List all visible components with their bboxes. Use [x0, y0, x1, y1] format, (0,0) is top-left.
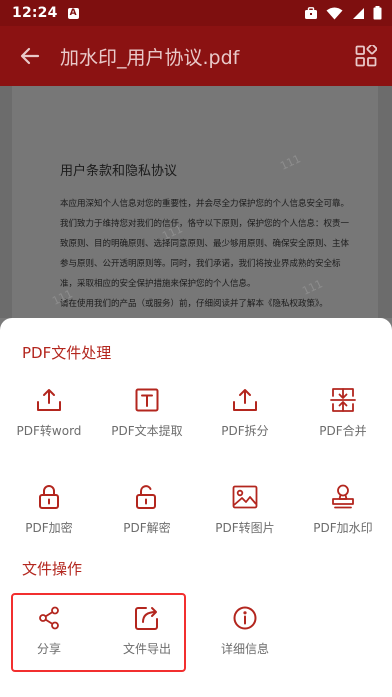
app-notification-icon: A: [67, 7, 79, 19]
info-icon: [231, 604, 259, 632]
tool-label: PDF加密: [25, 521, 73, 535]
battery-icon: [373, 6, 382, 20]
page-title: 加水印_用户协议.pdf: [60, 46, 240, 69]
merge-icon: [329, 386, 357, 414]
bottom-sheet: PDF文件处理 PDF转word PDF文本提取 PDF拆分 PDF合并 PDF…: [0, 318, 392, 697]
document-line: 我们致力于维持您对我们的信任，恪守以下原则，保护您的个人信息：权责一: [60, 219, 350, 229]
tool-pdf-merge[interactable]: PDF合并: [294, 386, 392, 452]
document-line: 参与原则、公开透明原则等。同时，我们承诺，我们将按业界成熟的安全标: [60, 259, 341, 269]
tool-pdf-decrypt[interactable]: PDF解密: [98, 483, 196, 549]
stamp-icon: [329, 483, 357, 511]
document-line: 致原则、目的明确原则、选择同意原则、最少够用原则、确保安全原则、主体: [60, 239, 350, 249]
arrow-left-icon: [20, 47, 40, 65]
tool-pdf-to-image[interactable]: PDF转图片: [196, 483, 294, 549]
back-button[interactable]: [0, 26, 60, 86]
status-bar: 12:24 A: [0, 0, 392, 26]
upload-tray-icon: [35, 386, 63, 414]
tool-label: PDF合并: [319, 424, 367, 438]
tool-pdf-watermark[interactable]: PDF加水印: [294, 483, 392, 549]
tool-pdf-encrypt[interactable]: PDF加密: [0, 483, 98, 549]
watermark: 111: [278, 152, 303, 173]
document-line: 本应用深知个人信息对您的重要性，并会尽全力保护您的个人信息安全可靠。: [60, 199, 350, 209]
tool-label: PDF加水印: [313, 521, 373, 535]
upload-tray-icon: [231, 386, 259, 414]
tool-label: 详细信息: [220, 642, 269, 656]
briefcase-icon: [305, 6, 317, 19]
tool-pdf-to-word[interactable]: PDF转word: [0, 386, 98, 452]
tool-label: PDF解密: [123, 521, 171, 535]
navigation-bar: [0, 689, 392, 697]
signal-icon: [353, 7, 364, 19]
tool-label: PDF转图片: [215, 521, 275, 535]
document-heading: 用户条款和隐私协议: [60, 164, 178, 179]
grid-view-button[interactable]: [340, 26, 392, 86]
image-icon: [231, 483, 259, 511]
tool-pdf-text-extract[interactable]: PDF文本提取: [98, 386, 196, 452]
tool-label: PDF文本提取: [111, 424, 183, 438]
highlight-box: [11, 593, 186, 672]
tool-label: PDF拆分: [221, 424, 269, 438]
text-box-icon: [133, 386, 161, 414]
app-bar: 加水印_用户协议.pdf: [0, 26, 392, 86]
unlock-icon: [133, 483, 161, 511]
document-page: 用户条款和隐私协议 本应用深知个人信息对您的重要性，并会尽全力保护您的个人信息安…: [12, 86, 378, 318]
app-notification-letter: A: [69, 7, 77, 18]
status-time: 12:24: [12, 5, 58, 21]
document-preview[interactable]: 用户条款和隐私协议 本应用深知个人信息对您的重要性，并会尽全力保护您的个人信息安…: [0, 86, 392, 318]
tool-pdf-split[interactable]: PDF拆分: [196, 386, 294, 452]
section-title-file: 文件操作: [22, 560, 83, 578]
lock-icon: [35, 483, 63, 511]
status-icons: [304, 6, 382, 20]
grid-layout-icon: [355, 45, 377, 67]
tool-file-info[interactable]: 详细信息: [196, 604, 294, 670]
section-title-pdf: PDF文件处理: [22, 344, 112, 362]
wifi-icon: [326, 7, 343, 19]
tool-label: PDF转word: [16, 424, 82, 438]
